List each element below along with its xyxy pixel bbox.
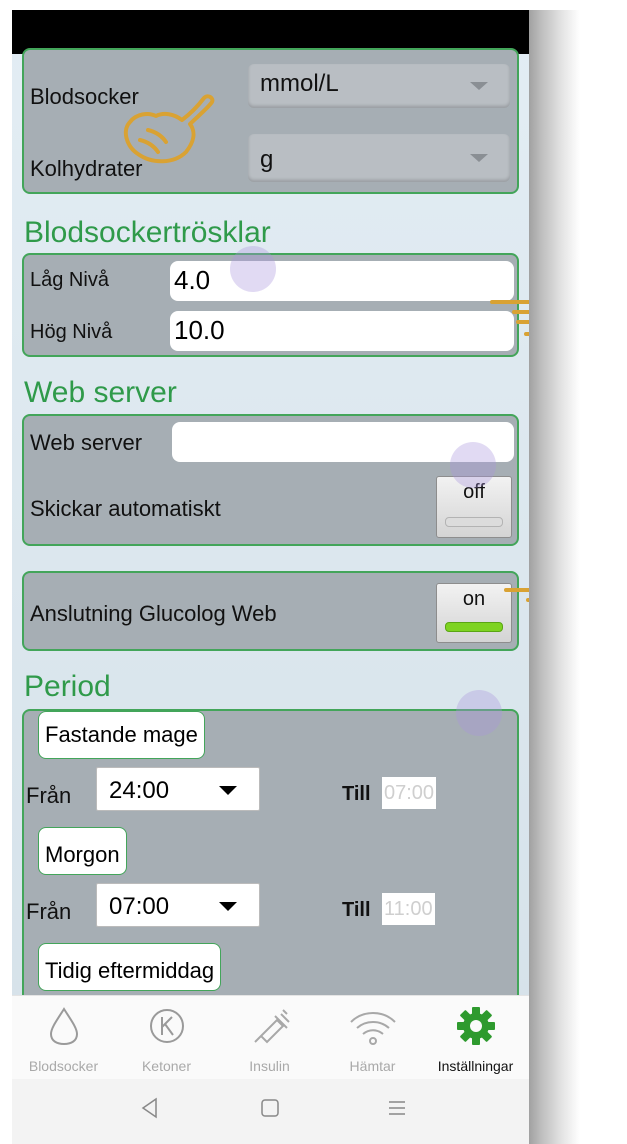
nav-label: Hämtar: [349, 1058, 396, 1074]
web-server-panel: Web server Skickar automatiskt off: [22, 414, 519, 546]
blood-sugar-unit-value: mmol/L: [260, 70, 339, 97]
low-level-label: Låg Nivå: [30, 269, 109, 291]
syringe-icon: [253, 1009, 290, 1044]
nav-insulin[interactable]: Insulin: [218, 996, 321, 1080]
web-server-title: Web server: [24, 376, 177, 409]
period-title: Period: [24, 670, 111, 703]
blood-sugar-unit-dropdown[interactable]: mmol/L: [248, 64, 510, 108]
fasting-from-select[interactable]: 24:00: [96, 767, 260, 811]
pointing-hand-icon: [123, 94, 215, 164]
high-level-input[interactable]: 10.0: [170, 311, 514, 351]
thresholds-title: Blodsockertrösklar: [24, 216, 271, 249]
chevron-down-icon: [219, 902, 237, 911]
auto-send-label: Skickar automatiskt: [30, 496, 221, 521]
ketone-icon: [149, 1009, 184, 1043]
touch-indicator: [456, 690, 502, 736]
high-level-label: Hög Nivå: [30, 321, 113, 343]
from-label: Från: [26, 899, 72, 924]
drop-icon: [49, 1007, 78, 1046]
chevron-down-icon: [470, 154, 488, 162]
period-panel: Fastande mage Från 24:00 Till 07:00 Morg…: [22, 709, 519, 1009]
nav-label: Ketoner: [141, 1058, 192, 1074]
pointing-hand-icon: [490, 300, 529, 336]
nav-fetching[interactable]: Hämtar: [321, 996, 424, 1080]
nav-settings[interactable]: Inställningar: [424, 996, 527, 1080]
glucolog-toggle-label: on: [462, 588, 486, 610]
menu-icon[interactable]: [386, 1097, 408, 1119]
morning-to-value[interactable]: 11:00: [382, 893, 435, 925]
nav-blood-sugar[interactable]: Blodsocker: [12, 996, 115, 1080]
period-name-fasting[interactable]: Fastande mage: [38, 711, 205, 759]
device-shadow: [520, 10, 580, 1144]
glucolog-label: Anslutning Glucolog Web: [30, 601, 277, 626]
nav-label: Blodsocker: [28, 1058, 99, 1074]
nav-label: Insulin: [249, 1058, 290, 1074]
glucolog-panel: Anslutning Glucolog Web on: [22, 571, 519, 651]
period-name-morning[interactable]: Morgon: [38, 827, 127, 875]
back-icon[interactable]: [140, 1097, 160, 1119]
nav-label: Inställningar: [437, 1058, 514, 1074]
nav-ketones[interactable]: Ketoner: [115, 996, 218, 1080]
morning-from-select[interactable]: 07:00: [96, 883, 260, 927]
glucolog-toggle[interactable]: on: [436, 583, 512, 643]
chevron-down-icon: [219, 786, 237, 795]
toggle-indicator: [445, 622, 503, 632]
low-level-input[interactable]: 4.0: [170, 261, 514, 301]
fasting-to-value[interactable]: 07:00: [382, 777, 437, 809]
system-navigation-bar: [12, 1079, 529, 1144]
wifi-icon: [349, 1012, 396, 1045]
units-panel: Blodsocker mmol/L Kolhydrater g: [22, 48, 519, 194]
fasting-from-value: 24:00: [109, 777, 170, 804]
touch-indicator: [450, 442, 496, 488]
toggle-indicator: [445, 517, 503, 527]
gear-icon: [456, 1007, 495, 1045]
to-label: Till: [342, 783, 371, 805]
pointing-hand-icon: [504, 588, 529, 602]
carbs-unit-value: g: [260, 146, 274, 173]
carbs-unit-dropdown[interactable]: g: [248, 134, 510, 182]
chevron-down-icon: [470, 82, 488, 90]
phone-screen: Blodsocker mmol/L Kolhydrater g Blodsock…: [12, 10, 529, 1144]
morning-from-value: 07:00: [109, 893, 170, 920]
touch-indicator: [230, 246, 276, 292]
from-label: Från: [26, 783, 72, 808]
to-label: Till: [342, 899, 371, 921]
home-icon[interactable]: [259, 1097, 281, 1119]
bottom-navigation: Blodsocker Ketoner Insulin Hämtar Instäl…: [12, 995, 529, 1080]
web-server-label: Web server: [30, 430, 143, 455]
period-name-early-afternoon[interactable]: Tidig eftermiddag: [38, 943, 222, 991]
